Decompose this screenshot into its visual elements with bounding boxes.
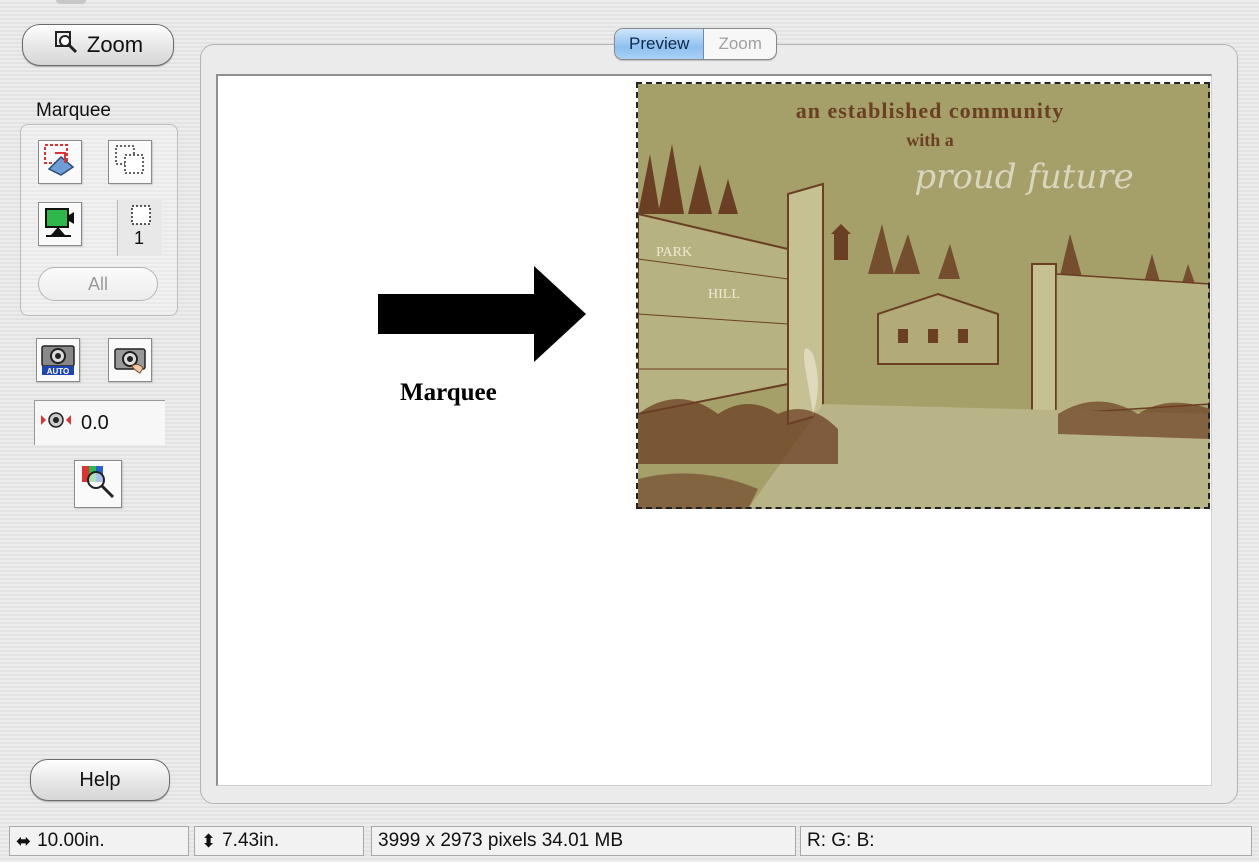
annotation-arrow: [378, 266, 588, 367]
svg-text:AUTO: AUTO: [47, 367, 70, 376]
tab-preview[interactable]: Preview: [615, 29, 705, 59]
marquee-count-icon: [131, 205, 151, 225]
auto-exposure-button[interactable]: AUTO: [36, 338, 80, 382]
zoom-button-label: Zoom: [86, 32, 144, 57]
marquee-count-box: 1: [117, 200, 162, 256]
auto-marquee-button[interactable]: [38, 140, 82, 184]
window-edge: [56, 0, 86, 4]
marquee-selection[interactable]: [636, 82, 1210, 509]
annotation-label: Marquee: [400, 379, 497, 406]
status-rgb: R: G: B:: [800, 826, 1252, 856]
preview-selection-button[interactable]: [38, 202, 82, 246]
color-analyze-button[interactable]: [74, 460, 122, 508]
all-button[interactable]: All: [38, 267, 158, 301]
preview-area[interactable]: Marquee an established community with a …: [216, 74, 1212, 786]
zoom-button[interactable]: Zoom: [22, 24, 174, 66]
tab-zoom[interactable]: Zoom: [704, 29, 775, 59]
status-height: ⬍ 7.43in.: [194, 826, 364, 856]
view-tabs: Preview Zoom: [614, 28, 777, 60]
zoom-magnifier-icon: [53, 29, 79, 61]
status-rgb-value: R: G: B:: [807, 830, 875, 851]
exposure-value: 0.0: [81, 411, 109, 434]
auto-camera-icon: AUTO: [40, 340, 76, 381]
vertical-arrows-icon: ⬍: [201, 830, 217, 851]
marquee-section-label: Marquee: [36, 100, 111, 121]
help-button[interactable]: Help: [30, 759, 170, 801]
preview-area-icon: [43, 205, 77, 244]
manual-exposure-button[interactable]: [108, 338, 152, 382]
duplicate-marquee-button[interactable]: [108, 140, 152, 184]
duplicate-marquee-icon: [113, 143, 147, 182]
marquee-count: 1: [134, 228, 145, 248]
exposure-control[interactable]: 0.0: [34, 400, 165, 445]
status-width-value: 10.00in.: [37, 830, 105, 851]
auto-marquee-icon: [43, 143, 77, 182]
status-pixels: 3999 x 2973 pixels 34.01 MB: [371, 826, 796, 856]
status-pixels-value: 3999 x 2973 pixels 34.01 MB: [378, 830, 624, 851]
exposure-target-icon: [39, 410, 73, 436]
horizontal-arrows-icon: ⬌: [16, 830, 32, 851]
status-width: ⬌ 10.00in.: [9, 826, 189, 856]
status-height-value: 7.43in.: [222, 830, 280, 851]
manual-camera-icon: [112, 340, 148, 381]
color-magnifier-icon: [79, 463, 117, 506]
